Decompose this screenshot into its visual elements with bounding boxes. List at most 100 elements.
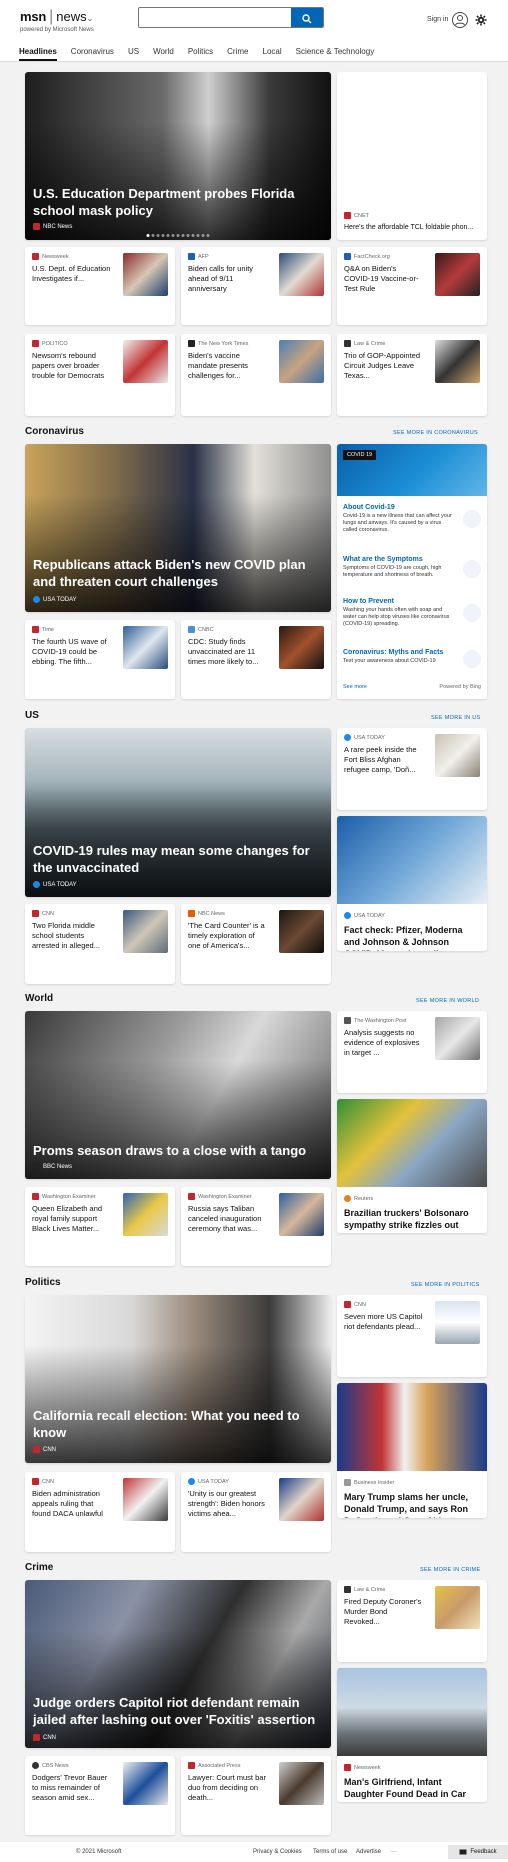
card-title: Q&A on Biden's COVID-19 Vaccine-or-Test … — [344, 264, 419, 293]
news-card[interactable]: The Washington Post Analysis suggests no … — [337, 1011, 487, 1093]
hero-source: CNN — [33, 1734, 56, 1741]
search-button[interactable] — [291, 8, 323, 27]
advertise-link[interactable]: Advertise — [356, 1849, 381, 1855]
see-more-world[interactable]: SEE MORE IN WORLD — [416, 998, 479, 1004]
search-input[interactable] — [139, 8, 291, 27]
tab-local[interactable]: Local — [263, 47, 282, 61]
news-card[interactable]: FactCheck.org Q&A on Biden's COVID-19 Vac… — [337, 247, 487, 325]
covid-item-about[interactable]: About Covid-19 Covid-19 is a new illness … — [343, 504, 455, 534]
news-card[interactable]: Washington Examiner Russia says Taliban c… — [181, 1187, 331, 1266]
card-title: Man's Girlfriend, Infant Daughter Found … — [344, 1777, 467, 1802]
tab-coronavirus[interactable]: Coronavirus — [71, 47, 114, 61]
news-card[interactable]: Law & Crime Fired Deputy Coroner's Murder… — [337, 1580, 487, 1662]
cnbc-icon — [188, 626, 195, 633]
carousel-dots[interactable] — [146, 234, 210, 237]
more-menu[interactable]: ··· — [391, 1849, 397, 1855]
news-card[interactable]: The New York Times Biden's vaccine mandat… — [181, 334, 331, 416]
washington-examiner-icon — [32, 1193, 39, 1200]
card-title: Newsom's rebound papers over broader tro… — [32, 351, 105, 380]
covid-item-myths[interactable]: Coronavirus: Myths and Facts Test your aw… — [343, 649, 455, 665]
crime-hero-card[interactable]: Judge orders Capitol riot defendant rema… — [25, 1580, 331, 1748]
tab-us[interactable]: US — [128, 47, 139, 61]
cnet-icon — [344, 212, 351, 219]
card-title: Dodgers' Trevor Bauer to miss remainder … — [32, 1773, 108, 1802]
coronavirus-hero-card[interactable]: Republicans attack Biden's new COVID pla… — [25, 444, 331, 612]
reuters-icon — [344, 1195, 351, 1202]
tab-science-technology[interactable]: Science & Technology — [296, 47, 375, 61]
powered-by-bing: Powered by Bing — [439, 684, 481, 690]
card-title: Analysis suggests no evidence of explosi… — [344, 1028, 420, 1057]
news-card[interactable]: NBC News 'The Card Counter' is a timely e… — [181, 904, 331, 984]
world-hero-card[interactable]: Proms season draws to a close with a tan… — [25, 1011, 331, 1179]
nyt-icon — [188, 340, 195, 347]
card-title: Queen Elizabeth and royal family support… — [32, 1204, 103, 1233]
avatar[interactable] — [452, 12, 468, 28]
news-card[interactable]: Associated Press Lawyer: Court must bar d… — [181, 1756, 331, 1835]
news-card[interactable]: Newsweek U.S. Dept. of Education Investig… — [25, 247, 175, 325]
covid-tag: COVID 19 — [343, 450, 377, 460]
card-source: USA TODAY — [188, 1478, 229, 1485]
crime-tall-card[interactable]: Newsweek Man's Girlfriend, Infant Daughte… — [337, 1668, 487, 1802]
hero-title: Republicans attack Biden's new COVID pla… — [33, 557, 306, 589]
factcheck-icon — [344, 253, 351, 260]
top-hero-card[interactable]: U.S. Education Department probes Florida… — [25, 72, 331, 240]
chevron-down-icon[interactable]: ⌄ — [87, 14, 94, 23]
news-card[interactable]: CNN Two Florida middle school students ar… — [25, 904, 175, 984]
news-card[interactable]: AFP Biden calls for unity ahead of 9/11 a… — [181, 247, 331, 325]
news-card[interactable]: CNBC CDC: Study finds unvaccinated are 11… — [181, 620, 331, 699]
privacy-link[interactable]: Privacy & Cookies — [253, 1849, 302, 1855]
see-more-politics[interactable]: SEE MORE IN POLITICS — [411, 1282, 480, 1288]
news-card[interactable]: Time The fourth US wave of COVID-19 could… — [25, 620, 175, 699]
lawcrime-icon — [344, 1586, 351, 1593]
usatoday-icon — [33, 881, 40, 888]
news-card[interactable]: USA TODAY 'Unity is our greatest strength… — [181, 1472, 331, 1552]
gear-icon — [475, 14, 487, 26]
covid-item-symptoms[interactable]: What are the Symptoms Symptoms of COVID-1… — [343, 556, 455, 579]
us-tall-card[interactable]: USA TODAY Fact check: Pfizer, Moderna and… — [337, 816, 487, 951]
world-tall-card[interactable]: Reuters Brazilian truckers' Bolsonaro sym… — [337, 1099, 487, 1233]
settings-button[interactable] — [475, 13, 487, 31]
tab-headlines[interactable]: Headlines — [19, 47, 57, 61]
card-title: CDC: Study finds unvaccinated are 11 tim… — [188, 637, 259, 666]
terms-link[interactable]: Terms of use — [313, 1849, 347, 1855]
feedback-button[interactable]: Feedback — [448, 1845, 508, 1859]
news-card[interactable]: USA TODAY A rare peek inside the Fort Bli… — [337, 728, 487, 810]
news-card[interactable]: CNN Biden administration appeals ruling t… — [25, 1472, 175, 1552]
news-card[interactable]: CBS News Dodgers' Trevor Bauer to miss re… — [25, 1756, 175, 1835]
card-thumbnail — [279, 1478, 324, 1521]
hero-title: Proms season draws to a close with a tan… — [33, 1143, 307, 1158]
covid-see-more-link[interactable]: See more — [343, 684, 367, 690]
washington-examiner-icon — [188, 1193, 195, 1200]
see-more-us[interactable]: SEE MORE IN US — [431, 715, 480, 721]
card-thumbnail — [279, 340, 324, 383]
card-title: Mary Trump slams her uncle, Donald Trump… — [344, 1492, 469, 1518]
card-title: Seven more US Capitol riot defendants pl… — [344, 1312, 423, 1331]
user-icon — [455, 15, 465, 26]
see-more-crime[interactable]: SEE MORE IN CRIME — [420, 1567, 480, 1573]
politics-hero-card[interactable]: California recall election: What you nee… — [25, 1295, 331, 1463]
news-card[interactable]: Washington Examiner Queen Elizabeth and r… — [25, 1187, 175, 1266]
tab-politics[interactable]: Politics — [188, 47, 213, 61]
ap-icon — [188, 1762, 195, 1769]
card-thumbnail — [123, 340, 168, 383]
see-more-coronavirus[interactable]: SEE MORE IN CORONAVIRUS — [393, 430, 478, 436]
top-side-card[interactable]: CNET Here's the affordable TCL foldable … — [337, 72, 487, 240]
tab-world[interactable]: World — [153, 47, 174, 61]
card-source: CNN — [32, 1478, 54, 1485]
us-hero-card[interactable]: COVID-19 rules may mean some changes for… — [25, 728, 331, 897]
news-card[interactable]: POLITICO Newsom's rebound papers over bro… — [25, 334, 175, 416]
section-title-crime: Crime — [25, 1562, 54, 1573]
card-title: Biden's vaccine mandate presents challen… — [188, 351, 249, 380]
cnn-icon — [33, 1446, 40, 1453]
news-card[interactable]: Law & Crime Trio of GOP-Appointed Circuit… — [337, 334, 487, 416]
politics-tall-card[interactable]: Business Insider Mary Trump slams her unc… — [337, 1383, 487, 1518]
card-source: Law & Crime — [344, 340, 385, 347]
card-source: Time — [32, 626, 54, 633]
usatoday-icon — [33, 596, 40, 603]
tab-crime[interactable]: Crime — [227, 47, 248, 61]
msn-logo[interactable]: msn | news⌄ powered by Microsoft News — [20, 8, 94, 33]
news-card[interactable]: CNN Seven more US Capitol riot defendants… — [337, 1295, 487, 1377]
sign-in-link[interactable]: Sign in — [427, 16, 448, 23]
card-source: NBC News — [188, 910, 225, 917]
covid-item-prevent[interactable]: How to Prevent Washing your hands often w… — [343, 598, 455, 628]
